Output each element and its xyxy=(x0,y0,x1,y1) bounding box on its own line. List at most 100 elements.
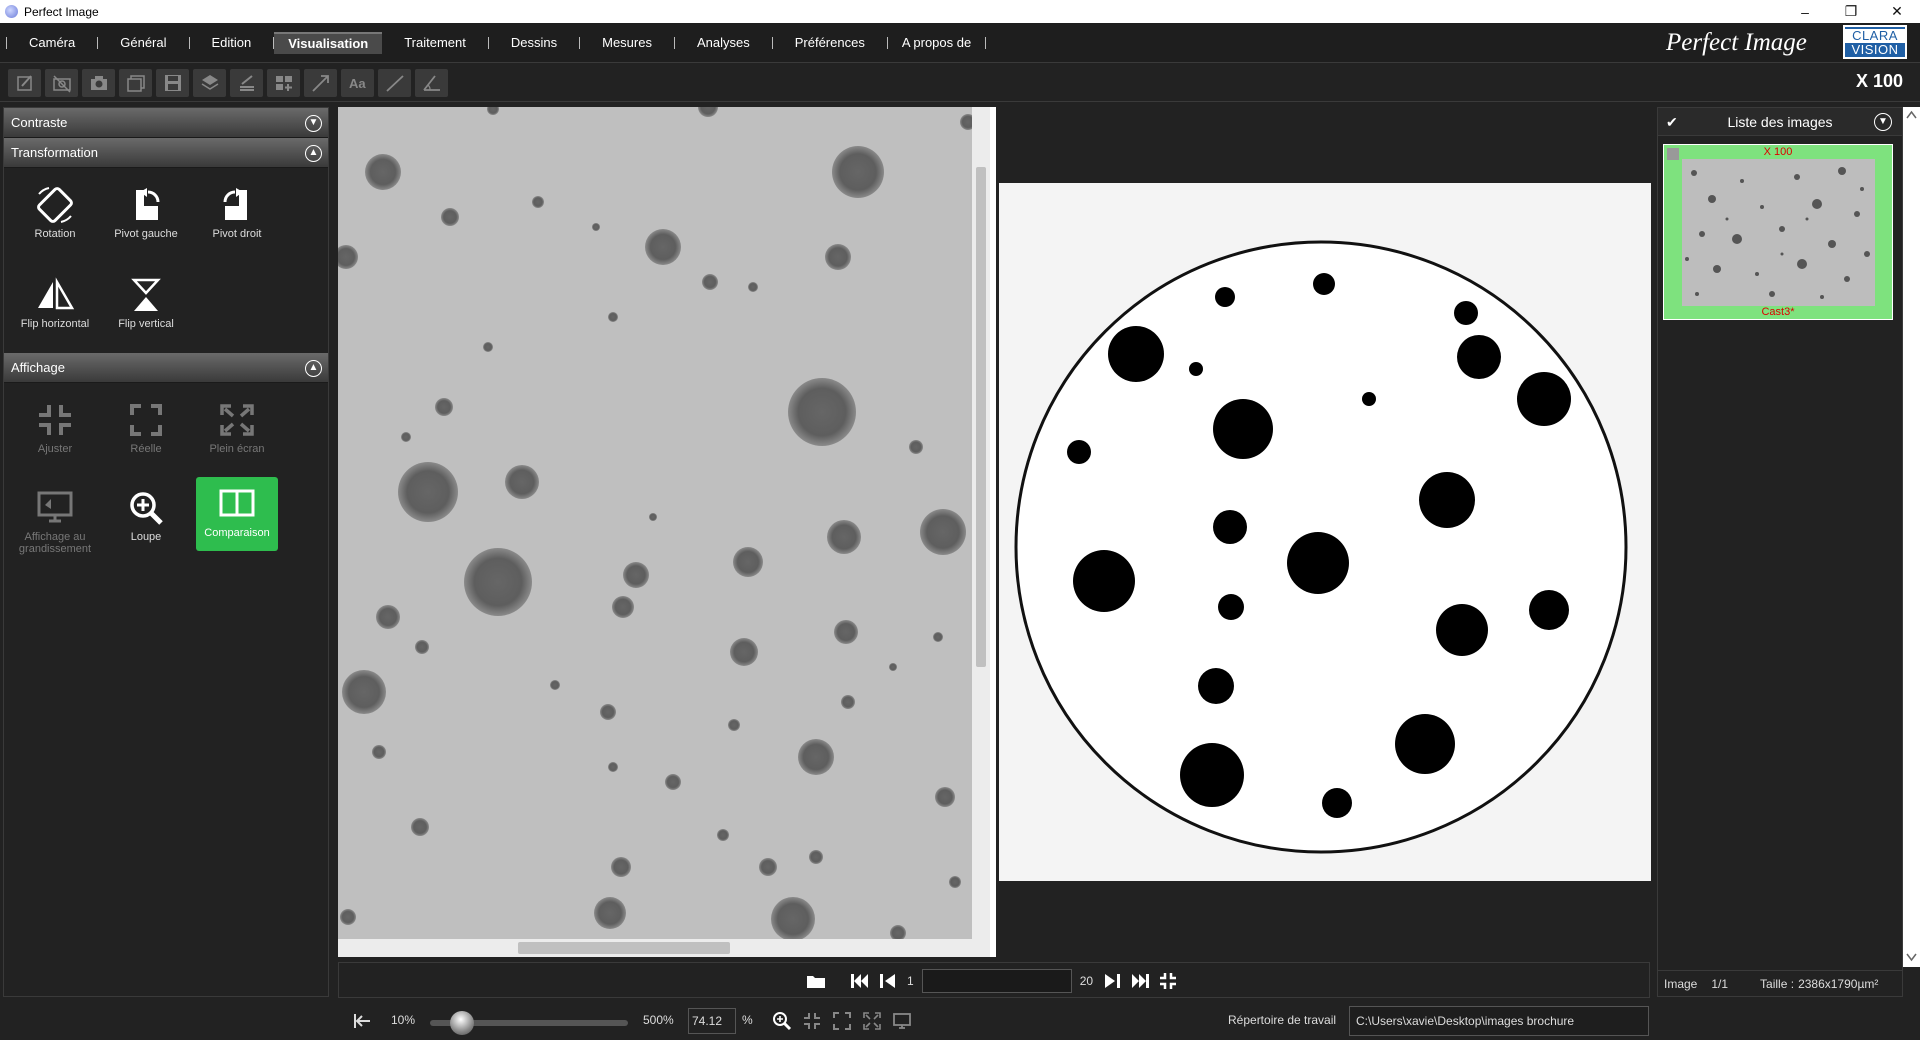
rotation-button[interactable]: Rotation xyxy=(14,178,96,252)
collapse-left-icon[interactable] xyxy=(352,1012,372,1030)
original-image-viewer[interactable] xyxy=(338,107,990,957)
chevron-up-icon[interactable]: ▲ xyxy=(305,360,322,377)
gallery-icon[interactable] xyxy=(119,69,152,97)
menu-analyses[interactable]: Analyses xyxy=(675,32,772,54)
menu-bar: Caméra Général Edition Visualisation Tra… xyxy=(0,23,1920,63)
last-image-icon[interactable] xyxy=(1129,970,1151,992)
menu-a-propos[interactable]: A propos de xyxy=(888,32,985,54)
plein-ecran-button[interactable]: Plein écran xyxy=(196,393,278,467)
line-icon[interactable] xyxy=(378,69,411,97)
first-index: 1 xyxy=(907,974,914,988)
size-label: Taille : xyxy=(1760,977,1795,991)
image-thumbnail[interactable]: X 100 Cast3* xyxy=(1663,144,1893,320)
fullscreen-icon xyxy=(220,404,254,436)
save-icon[interactable] xyxy=(156,69,189,97)
check-icon[interactable]: ✔ xyxy=(1666,108,1678,136)
text-icon[interactable]: Aa xyxy=(341,69,374,97)
edit-icon[interactable] xyxy=(8,69,41,97)
menu-traitement[interactable]: Traitement xyxy=(382,32,488,54)
tool-buttons: Aa xyxy=(8,69,448,97)
processed-image-viewer[interactable] xyxy=(996,107,1651,957)
scroll-thumb[interactable] xyxy=(518,942,730,954)
flip-vertical-button[interactable]: Flip vertical xyxy=(105,268,187,342)
flip-horizontal-button[interactable]: Flip horizontal xyxy=(14,268,96,342)
affichage-grid: Ajuster Réelle Plein écran Affichage au … xyxy=(4,383,328,583)
logo-line-1: CLARA xyxy=(1845,29,1905,43)
fit-icon[interactable] xyxy=(802,1011,822,1031)
section-title: Transformation xyxy=(11,145,98,160)
image-size: 2386x1790µm² xyxy=(1798,977,1879,991)
menu-dessins[interactable]: Dessins xyxy=(489,32,579,54)
stack-icon[interactable] xyxy=(230,69,263,97)
rotate-right-icon xyxy=(223,188,247,220)
image-index-slider[interactable] xyxy=(921,969,1072,993)
folder-icon[interactable] xyxy=(805,970,827,992)
svg-text:Aa: Aa xyxy=(349,76,366,91)
zoom-in-icon[interactable] xyxy=(772,1011,792,1031)
first-image-icon[interactable] xyxy=(849,970,871,992)
image-info-bar: Image 1/1 Taille : 2386x1790µm² xyxy=(1658,970,1902,996)
menu-edition[interactable]: Edition xyxy=(190,32,274,54)
minimize-icon[interactable]: – xyxy=(1782,0,1828,23)
section-title: Affichage xyxy=(11,360,65,375)
menu-preferences[interactable]: Préférences xyxy=(773,32,887,54)
vertical-scrollbar[interactable] xyxy=(972,107,990,957)
chevron-down-icon[interactable]: ▼ xyxy=(305,115,322,132)
next-image-icon[interactable] xyxy=(1101,970,1123,992)
thumbnail-magnification: X 100 xyxy=(1763,146,1793,158)
clara-vision-logo: CLARA VISION xyxy=(1843,25,1907,59)
thumbnail-image xyxy=(1682,159,1875,306)
left-panel: Contraste ▼ Transformation ▲ Rotation Pi… xyxy=(3,107,329,997)
grid-icon[interactable] xyxy=(267,69,300,97)
no-camera-icon[interactable] xyxy=(45,69,78,97)
fullscreen-icon[interactable] xyxy=(862,1011,882,1031)
toolbar: Aa X 100 xyxy=(0,64,1920,102)
chevron-up-icon[interactable]: ▲ xyxy=(305,145,322,162)
zoom-slider[interactable] xyxy=(430,1011,628,1035)
pivot-droit-button[interactable]: Pivot droit xyxy=(196,178,278,252)
chevron-down-icon[interactable]: ▼ xyxy=(1874,113,1892,131)
image-list-header[interactable]: ✔ Liste des images ▼ xyxy=(1658,108,1902,136)
button-label: Pivot gauche xyxy=(114,228,178,240)
horizontal-scrollbar[interactable] xyxy=(338,939,990,957)
section-affichage[interactable]: Affichage ▲ xyxy=(4,353,328,383)
right-scrollbar[interactable] xyxy=(1903,107,1920,967)
transformation-grid: Rotation Pivot gauche Pivot droit Flip h… xyxy=(4,168,328,353)
thumbnail-micrograph xyxy=(1682,159,1875,306)
loupe-button[interactable]: Loupe xyxy=(105,481,187,555)
affichage-grandissement-button[interactable]: Affichage au grandissement xyxy=(14,481,96,555)
menu-general[interactable]: Général xyxy=(98,32,188,54)
comparaison-button[interactable]: Comparaison xyxy=(196,477,278,551)
actual-size-icon[interactable] xyxy=(832,1011,852,1031)
ajuster-button[interactable]: Ajuster xyxy=(14,393,96,467)
flip-horizontal-icon xyxy=(38,277,75,310)
rotate-left-icon xyxy=(136,188,160,220)
layers-icon[interactable] xyxy=(193,69,226,97)
menu-visualisation[interactable]: Visualisation xyxy=(274,32,383,54)
monitor-icon[interactable] xyxy=(892,1011,912,1031)
section-transformation[interactable]: Transformation ▲ xyxy=(4,138,328,168)
zoom-value-input[interactable]: 74.12 xyxy=(688,1008,736,1034)
restore-icon[interactable]: ❐ xyxy=(1828,0,1874,23)
section-contraste[interactable]: Contraste ▼ xyxy=(4,108,328,138)
scroll-thumb[interactable] xyxy=(976,167,986,667)
zoom-percent-label: % xyxy=(742,1013,753,1027)
previous-image-icon[interactable] xyxy=(877,970,899,992)
pivot-gauche-button[interactable]: Pivot gauche xyxy=(105,178,187,252)
zoom-slider-knob[interactable] xyxy=(450,1011,474,1035)
collapse-icon[interactable] xyxy=(1157,970,1179,992)
reelle-button[interactable]: Réelle xyxy=(105,393,187,467)
zoom-in-icon xyxy=(130,492,163,525)
camera-icon[interactable] xyxy=(82,69,115,97)
button-label: Plein écran xyxy=(209,443,265,455)
menu-camera[interactable]: Caméra xyxy=(7,32,97,54)
working-directory-field[interactable]: C:\Users\xavie\Desktop\images brochure xyxy=(1349,1006,1649,1036)
button-label: Affichage au xyxy=(24,531,86,543)
zoom-status-bar: 10% 500% 74.12 % Répertoire de travail C… xyxy=(0,1003,1920,1040)
angle-icon[interactable] xyxy=(415,69,448,97)
close-icon[interactable]: ✕ xyxy=(1874,0,1920,23)
arrow-icon[interactable] xyxy=(304,69,337,97)
menu-mesures[interactable]: Mesures xyxy=(580,32,674,54)
button-label: Ajuster xyxy=(37,443,73,455)
navigation-controls: 1 20 xyxy=(805,969,1179,993)
